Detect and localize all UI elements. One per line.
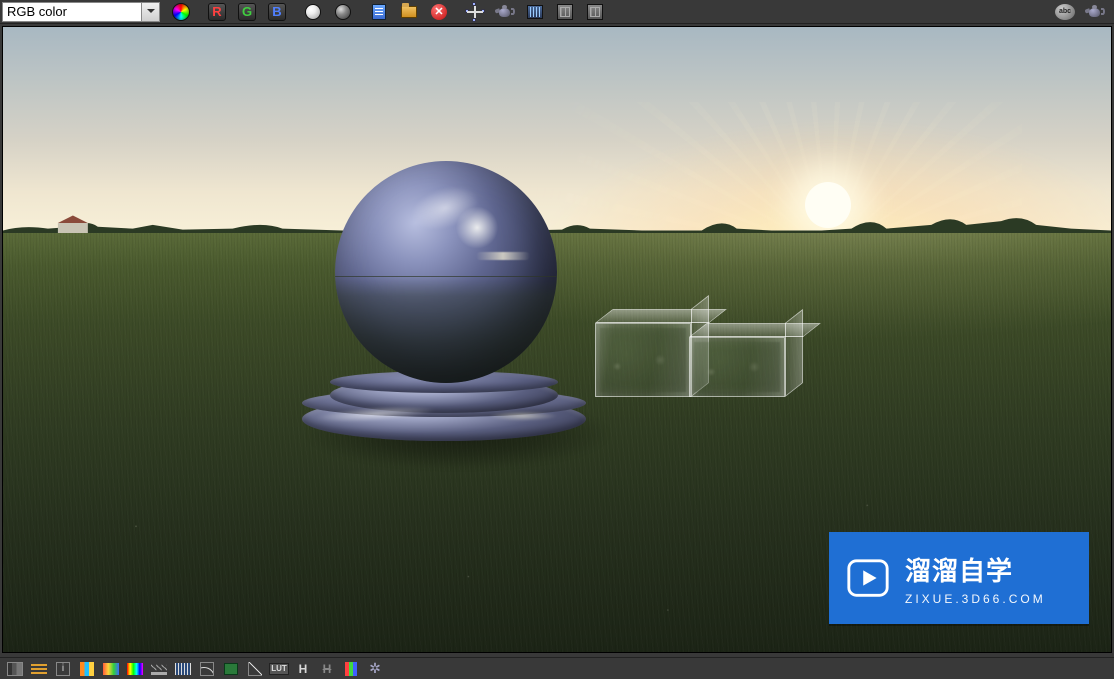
graph-button[interactable] — [244, 660, 266, 678]
grid-a-icon — [557, 4, 573, 20]
tracks-button[interactable] — [521, 1, 549, 23]
channel-b-button[interactable]: B — [263, 1, 291, 23]
clear-button[interactable]: ✕ — [425, 1, 453, 23]
gradient-icon — [103, 663, 119, 675]
open-button[interactable] — [395, 1, 423, 23]
grid-b-icon — [587, 4, 603, 20]
sky-background — [3, 27, 1111, 233]
star-icon — [368, 662, 382, 676]
graph-icon — [248, 662, 262, 676]
rainbow-button[interactable] — [124, 660, 146, 678]
sphere-gray-icon — [335, 4, 351, 20]
highlights-button[interactable] — [148, 660, 170, 678]
vfb-button[interactable] — [1081, 1, 1109, 23]
background-button[interactable] — [220, 660, 242, 678]
curve-icon — [200, 662, 214, 676]
glass-box-2 — [689, 337, 785, 397]
save-button[interactable] — [365, 1, 393, 23]
info-icon: i — [56, 662, 70, 676]
levels-button[interactable] — [28, 660, 50, 678]
region-button[interactable] — [461, 1, 489, 23]
levels-icon — [31, 662, 47, 676]
h-on-button[interactable]: H — [292, 660, 314, 678]
greenbox-icon — [224, 663, 238, 675]
close-icon: ✕ — [431, 4, 447, 20]
channel-select-value: RGB color — [7, 4, 67, 19]
viewport-frame: 溜溜自学 ZIXUE.3D66.COM — [2, 26, 1112, 653]
lens-fx-button[interactable] — [364, 660, 386, 678]
watermark-title: 溜溜自学 — [905, 551, 1046, 588]
render-button[interactable] — [491, 1, 519, 23]
region-icon — [466, 3, 484, 21]
crown-icon — [151, 663, 167, 675]
toolbar-right-group: abc — [1050, 1, 1114, 23]
g-icon: G — [238, 3, 256, 21]
tracks-icon — [527, 5, 543, 19]
h-off-icon: H — [323, 662, 332, 676]
channel-select[interactable]: RGB color — [2, 2, 160, 22]
rgb-bars-button[interactable] — [340, 660, 362, 678]
rgb-button[interactable] — [167, 1, 195, 23]
about-button[interactable]: abc — [1051, 1, 1079, 23]
watermark-subtitle: ZIXUE.3D66.COM — [905, 592, 1046, 606]
channel-g-button[interactable]: G — [233, 1, 261, 23]
h-off-button[interactable]: H — [316, 660, 338, 678]
folder-icon — [401, 6, 417, 18]
b-icon: B — [268, 3, 286, 21]
top-toolbar: RGB color R G B ✕ abc — [0, 0, 1114, 24]
sphere-white-icon — [305, 4, 321, 20]
compare-b-button[interactable] — [581, 1, 609, 23]
channel-select-dropdown-button[interactable] — [141, 3, 159, 21]
teapot2-icon — [1085, 5, 1105, 19]
rgb-swirl-icon — [172, 3, 190, 21]
lut-button[interactable]: LUT — [268, 660, 290, 678]
bars-icon — [80, 662, 94, 676]
compare-a-button[interactable] — [551, 1, 579, 23]
histogram-icon — [7, 662, 23, 676]
channels-button[interactable] — [76, 660, 98, 678]
abc-icon: abc — [1055, 4, 1075, 20]
histogram-button[interactable] — [4, 660, 26, 678]
lut-icon: LUT — [269, 663, 289, 675]
glass-box-1 — [595, 323, 691, 397]
h-on-icon: H — [299, 662, 308, 676]
watermark: 溜溜自学 ZIXUE.3D66.COM — [829, 532, 1089, 624]
exposure-icon — [175, 663, 191, 675]
save-icon — [372, 4, 386, 20]
curve-button[interactable] — [196, 660, 218, 678]
rainbow-icon — [127, 663, 143, 675]
render-viewport[interactable]: 溜溜自学 ZIXUE.3D66.COM — [3, 27, 1111, 652]
info-button[interactable]: i — [52, 660, 74, 678]
teapot-icon — [495, 5, 515, 19]
exposure-button[interactable] — [172, 660, 194, 678]
watermark-logo-icon — [845, 555, 891, 601]
rgb-bars-icon — [345, 662, 357, 676]
bottom-toolbar: i LUT H H — [0, 657, 1114, 679]
render-sphere — [335, 161, 557, 383]
mono-white-button[interactable] — [299, 1, 327, 23]
gradient-button[interactable] — [100, 660, 122, 678]
mono-gray-button[interactable] — [329, 1, 357, 23]
r-icon: R — [208, 3, 226, 21]
channel-r-button[interactable]: R — [203, 1, 231, 23]
